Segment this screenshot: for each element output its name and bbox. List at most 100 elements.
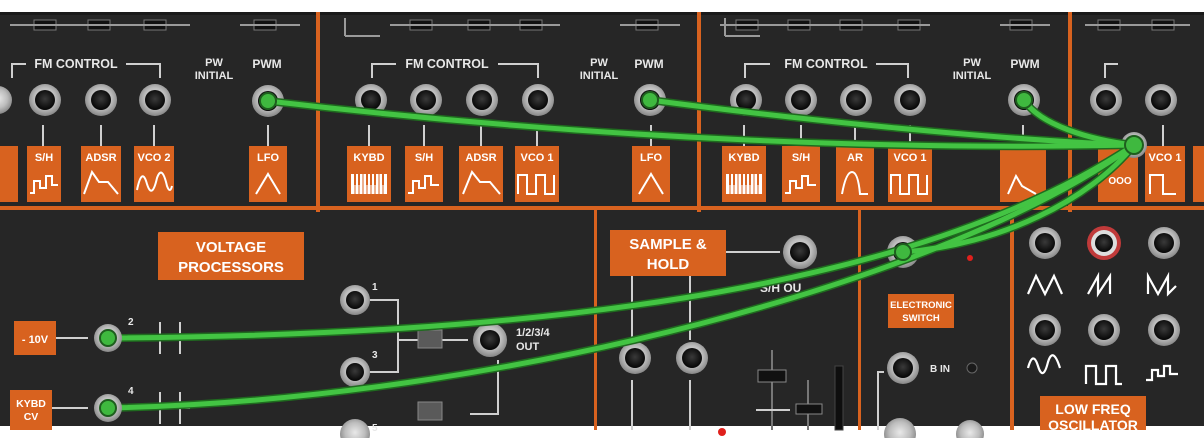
led-indicator [966, 362, 978, 374]
mixer-knob[interactable] [417, 329, 443, 349]
jack-out[interactable] [473, 323, 507, 357]
jack[interactable] [894, 84, 926, 116]
cable-plug[interactable] [1124, 135, 1144, 155]
pw-initial-label: INITIAL [953, 70, 992, 82]
number-label: 4 [128, 386, 134, 397]
mod-button-vco2[interactable]: VCO 2 [134, 146, 174, 202]
jack[interactable] [522, 84, 554, 116]
number-label: 2 [128, 317, 134, 328]
pw-label: PW [590, 57, 608, 69]
svg-text:KYBD: KYBD [728, 152, 759, 164]
pw-initial-label: INITIAL [195, 70, 234, 82]
cable-plug[interactable] [641, 91, 659, 109]
jack[interactable] [340, 285, 370, 315]
slider-track[interactable] [834, 365, 844, 431]
cable-plug[interactable] [894, 243, 912, 261]
mod-button-kybd[interactable]: KYBD [347, 146, 391, 202]
mod-button-sh[interactable]: S/H [27, 146, 61, 202]
mod-button-vco1[interactable]: VCO 1 [1145, 146, 1185, 202]
number-label: 1 [372, 282, 378, 293]
pw-label: PW [963, 57, 981, 69]
mod-button-lfo[interactable]: LFO [632, 146, 670, 202]
cable-plug[interactable] [259, 92, 277, 110]
lfo-title-label: LOW FREQ OSCILLATOR [1040, 396, 1146, 433]
number-label: 3 [372, 350, 378, 361]
mod-button-sh[interactable]: S/H [782, 146, 820, 202]
pw-label: PW [205, 57, 223, 69]
fm-control-label: FM CONTROL [405, 57, 489, 71]
svg-text:ELECTRONIC: ELECTRONIC [890, 300, 952, 311]
cable-plug[interactable] [99, 399, 117, 417]
jack[interactable] [619, 342, 651, 374]
top-margin [0, 0, 1204, 12]
svg-text:LOW FREQ: LOW FREQ [1055, 401, 1131, 417]
cable-plug[interactable] [1015, 91, 1033, 109]
jack-b-in[interactable] [887, 352, 919, 384]
mod-button-partial[interactable] [1193, 146, 1204, 202]
mod-button-adsr[interactable]: ADSR [459, 146, 503, 202]
svg-text:CV: CV [24, 411, 39, 423]
electronic-switch-label: ELECTRONIC SWITCH [888, 294, 954, 328]
jack[interactable] [1090, 84, 1122, 116]
out-label: 1/2/3/4 [516, 327, 551, 339]
svg-text:S/H: S/H [792, 152, 810, 164]
jack[interactable] [1029, 227, 1061, 259]
jack-sh-out[interactable] [783, 235, 817, 269]
svg-text:VOLTAGE: VOLTAGE [196, 239, 266, 256]
jack-active[interactable] [1087, 226, 1121, 260]
svg-text:VCO 1: VCO 1 [893, 152, 926, 164]
divider [858, 210, 861, 430]
mod-button-kybd[interactable]: KYBD [722, 146, 766, 202]
mod-button-ar[interactable]: AR [836, 146, 874, 202]
svg-text:KYBD: KYBD [353, 152, 384, 164]
divider [316, 12, 320, 212]
synth-panel: FM CONTROL FM CONTROL FM CONTROL PW INIT… [0, 0, 1204, 438]
b-in-label: B IN [930, 364, 950, 375]
svg-text:OSCILLATOR: OSCILLATOR [1048, 417, 1138, 433]
mod-button-partial[interactable] [0, 146, 18, 202]
svg-text:HOLD: HOLD [647, 256, 690, 273]
jack[interactable] [840, 84, 872, 116]
svg-text:S/H: S/H [35, 152, 53, 164]
jack[interactable] [1088, 314, 1120, 346]
jack[interactable] [466, 84, 498, 116]
keyboard-icon [726, 174, 762, 194]
jack[interactable] [785, 84, 817, 116]
svg-text:VCO 1: VCO 1 [520, 152, 553, 164]
svg-text:- 10V: - 10V [22, 334, 49, 346]
voltage-processors-label: VOLTAGE PROCESSORS [158, 232, 304, 280]
svg-text:KYBD: KYBD [16, 398, 46, 410]
jack[interactable] [85, 84, 117, 116]
jack[interactable] [410, 84, 442, 116]
svg-text:ADSR: ADSR [85, 152, 116, 164]
svg-text:LFO: LFO [640, 152, 662, 164]
mod-button-vco1[interactable]: VCO 1 [888, 146, 932, 202]
jack[interactable] [1145, 84, 1177, 116]
mod-button-lfo[interactable]: LFO [249, 146, 287, 202]
mixer-knob[interactable] [417, 401, 443, 421]
jack[interactable] [139, 84, 171, 116]
pwm-label: PWM [252, 57, 281, 71]
fm-control-label: FM CONTROL [34, 57, 118, 71]
svg-text:OOO: OOO [1108, 176, 1132, 187]
jack[interactable] [340, 357, 370, 387]
jack[interactable] [1148, 314, 1180, 346]
cable-plug[interactable] [99, 329, 117, 347]
fm-control-label: FM CONTROL [784, 57, 868, 71]
mod-button-sh[interactable]: S/H [405, 146, 443, 202]
led-indicator [718, 428, 726, 436]
kybd-cv-label: KYBD CV [10, 390, 52, 430]
mod-button-adsr[interactable]: ADSR [81, 146, 121, 202]
jack[interactable] [1029, 314, 1061, 346]
led-indicator [967, 255, 973, 261]
bottom-margin [0, 426, 1204, 438]
jack[interactable] [29, 84, 61, 116]
jack[interactable] [1148, 227, 1180, 259]
svg-text:SWITCH: SWITCH [902, 313, 940, 324]
jack[interactable] [676, 342, 708, 374]
mod-button-vco1[interactable]: VCO 1 [515, 146, 559, 202]
keyboard-icon [351, 174, 387, 194]
svg-text:VCO 2: VCO 2 [137, 152, 170, 164]
svg-text:PROCESSORS: PROCESSORS [178, 259, 284, 276]
divider [594, 210, 597, 430]
